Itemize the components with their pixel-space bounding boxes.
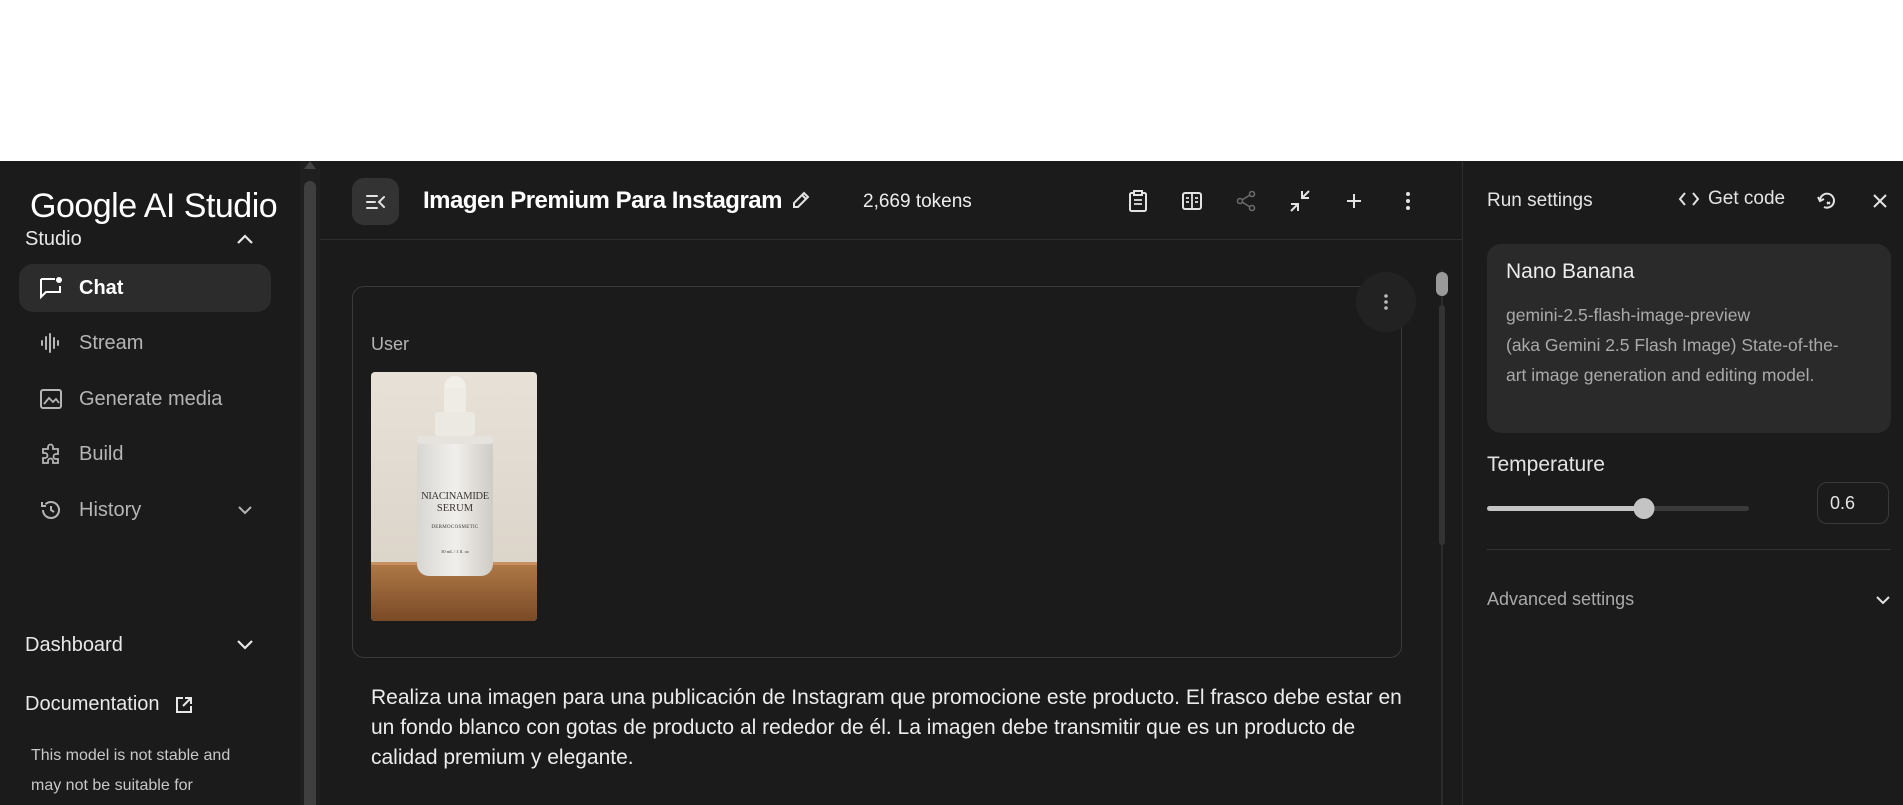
get-code-button[interactable]: Get code: [1678, 188, 1785, 210]
sidebar-item-label: Build: [79, 442, 124, 465]
dashboard-section-header[interactable]: Dashboard: [25, 630, 265, 660]
more-vert-icon: [1384, 294, 1388, 310]
model-stability-note: This model is not stable and may not be …: [31, 747, 231, 794]
product-label-line1: NIACINAMIDE: [421, 491, 489, 502]
compress-icon[interactable]: [1286, 187, 1314, 215]
sidebar: Google AI Studio Studio Chat Stream Gene…: [0, 161, 300, 805]
app-window: Google AI Studio Studio Chat Stream Gene…: [0, 161, 1903, 805]
slider-knob[interactable]: [1633, 498, 1655, 519]
clipboard-icon[interactable]: [1124, 187, 1152, 215]
more-vert-icon[interactable]: [1394, 187, 1422, 215]
prompt-text: Realiza una imagen para una publicación …: [371, 686, 1402, 769]
sidebar-item-stream[interactable]: Stream: [19, 319, 271, 367]
message-options-button[interactable]: [1356, 272, 1416, 332]
get-code-label: Get code: [1708, 188, 1786, 209]
menu-collapse-icon: [365, 194, 385, 209]
chevron-down-icon: [235, 635, 255, 655]
token-count: 2,669 tokens: [863, 191, 972, 212]
sidebar-item-chat[interactable]: Chat: [19, 264, 271, 312]
sidebar-item-label: Chat: [79, 276, 124, 299]
sidebar-scrollbar-thumb[interactable]: [304, 181, 316, 805]
compare-icon[interactable]: [1178, 187, 1206, 215]
sidebar-item-history[interactable]: History: [19, 486, 271, 534]
stream-icon: [38, 330, 64, 356]
model-description: gemini-2.5-flash-image-preview (aka Gemi…: [1506, 300, 1856, 390]
chat-scroll-region: [1439, 305, 1445, 545]
close-icon[interactable]: [1866, 187, 1894, 215]
scroll-up-arrow-icon[interactable]: [304, 161, 316, 169]
sidebar-item-label: Stream: [79, 331, 144, 354]
image-icon: [38, 386, 64, 412]
settings-divider: [1487, 549, 1891, 550]
sidebar-item-label: Generate media: [79, 387, 223, 410]
chevron-down-icon: [237, 505, 253, 515]
model-name: Nano Banana: [1506, 260, 1635, 283]
model-selector-card[interactable]: Nano Banana gemini-2.5-flash-image-previ…: [1487, 244, 1891, 433]
chat-toolbar: Imagen Premium Para Instagram 2,669 toke…: [320, 161, 1462, 240]
slider-fill: [1487, 506, 1645, 511]
run-settings-panel: Run settings Get code Nano Banana gemini…: [1462, 161, 1903, 805]
documentation-label: Documentation: [25, 693, 160, 715]
code-icon: [1678, 191, 1700, 207]
product-label-line4: 30 mL / 1 fl. oz: [441, 549, 469, 554]
add-icon[interactable]: [1340, 187, 1368, 215]
product-label-line3: DERMOCOSMETIC: [431, 525, 479, 530]
history-icon: [38, 497, 64, 523]
app-logo: Google AI Studio: [30, 187, 278, 225]
temperature-slider[interactable]: [1487, 494, 1749, 524]
open-in-new-icon: [174, 695, 194, 715]
message-role: User: [371, 334, 410, 354]
advanced-settings-label: Advanced settings: [1487, 589, 1635, 609]
puzzle-icon: [38, 441, 64, 467]
sidebar-item-label: History: [79, 498, 142, 521]
sidebar-item-build[interactable]: Build: [19, 430, 271, 478]
run-settings-title: Run settings: [1487, 190, 1593, 211]
edit-title-icon[interactable]: [790, 189, 812, 216]
studio-section-header[interactable]: Studio: [25, 224, 265, 254]
temperature-input[interactable]: [1817, 482, 1889, 524]
model-id: gemini-2.5-flash-image-preview: [1506, 305, 1751, 325]
model-desc-text: (aka Gemini 2.5 Flash Image) State-of-th…: [1506, 335, 1839, 385]
studio-label: Studio: [25, 227, 82, 250]
share-icon[interactable]: [1232, 187, 1260, 215]
attached-product-image[interactable]: NIACINAMIDE SERUM DERMOCOSMETIC 30 mL / …: [371, 372, 537, 621]
reset-settings-icon[interactable]: [1813, 187, 1841, 215]
chevron-down-icon: [1875, 589, 1891, 610]
chat-icon: [38, 275, 64, 301]
product-label-line2: SERUM: [436, 503, 474, 514]
user-message-card: User NIACINAMIDE SERUM DERMOCOSMETIC 30 …: [352, 272, 1416, 658]
sidebar-scrollbar[interactable]: [300, 161, 320, 805]
dashboard-label: Dashboard: [25, 633, 123, 656]
chevron-up-icon: [235, 229, 255, 249]
advanced-settings-toggle[interactable]: Advanced settings: [1487, 589, 1891, 610]
temperature-label: Temperature: [1487, 453, 1605, 476]
chat-scrollbar[interactable]: [1435, 270, 1449, 805]
chat-scrollbar-thumb[interactable]: [1436, 272, 1448, 296]
toggle-sidebar-button[interactable]: [352, 178, 399, 225]
documentation-link[interactable]: Documentation: [25, 693, 194, 716]
sidebar-item-generate-media[interactable]: Generate media: [19, 375, 271, 423]
chat-title: Imagen Premium Para Instagram: [423, 187, 782, 214]
chat-main: Imagen Premium Para Instagram 2,669 toke…: [320, 161, 1462, 805]
